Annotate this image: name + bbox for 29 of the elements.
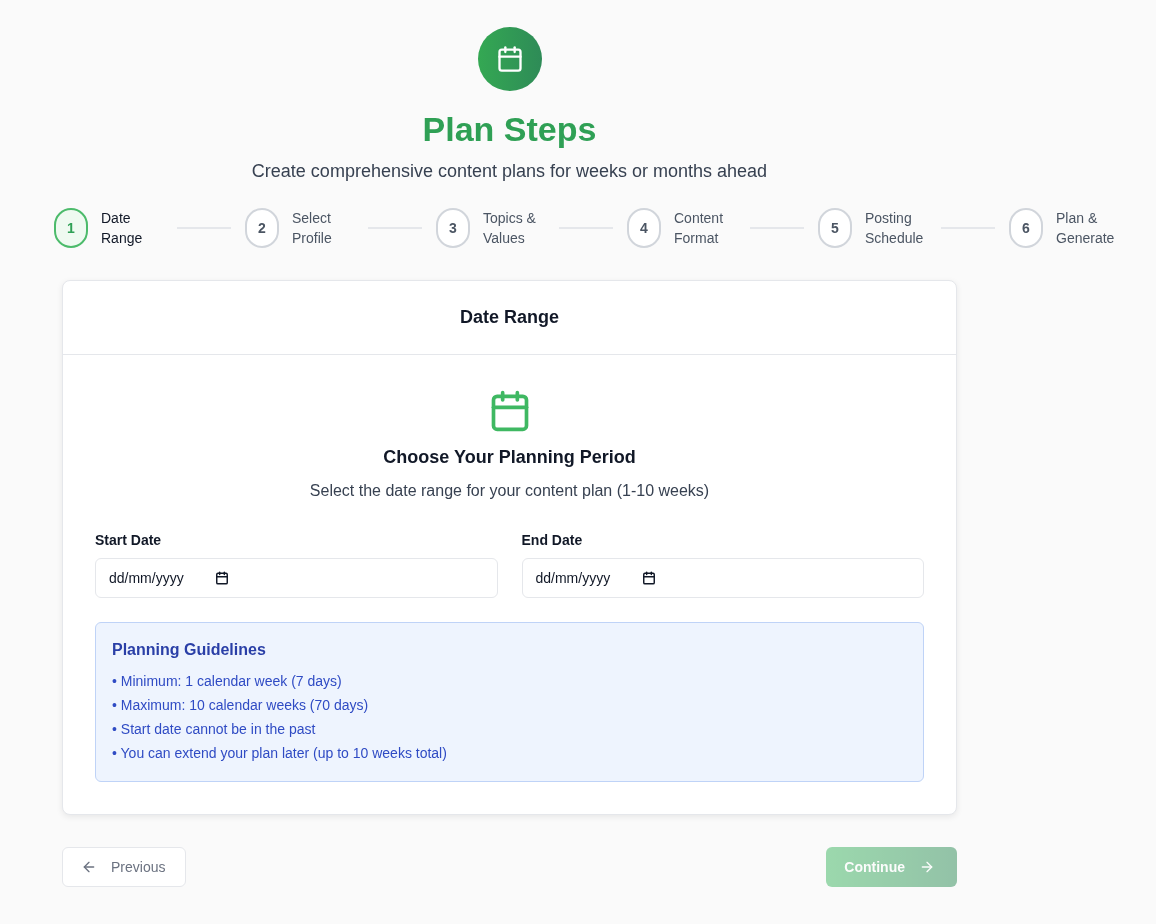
calendar-icon[interactable] bbox=[215, 571, 229, 585]
step-label: Content Format bbox=[674, 209, 725, 248]
section-description: Select the date range for your content plan (1-10 weeks) bbox=[309, 482, 710, 500]
arrow-left-icon bbox=[81, 859, 97, 875]
guidelines-title: Planning Guidelines bbox=[112, 641, 267, 659]
step-number[interactable]: 2 bbox=[245, 208, 279, 248]
card-title: Date Range bbox=[63, 281, 956, 355]
step-number[interactable]: 4 bbox=[627, 208, 661, 248]
guideline-item: • Start date cannot be in the past bbox=[112, 720, 317, 739]
date-field[interactable]: dd/mm/yyyy bbox=[521, 558, 924, 598]
step-label: Select Profile bbox=[292, 209, 333, 248]
page-subtitle: Create comprehensive content plans for weeks or months ahead bbox=[251, 161, 768, 182]
calendar-icon[interactable] bbox=[641, 571, 656, 585]
guideline-item: • You can extend your plan later (up to 10 weeks total) bbox=[112, 744, 448, 763]
step-label: Plan & Generate bbox=[1056, 209, 1116, 248]
step-label: Date Range bbox=[101, 209, 144, 248]
step-label: Topics & Values bbox=[483, 209, 537, 248]
guideline-item: • Minimum: 1 calendar week (7 days) bbox=[112, 672, 343, 691]
page-title: Plan Steps bbox=[422, 109, 597, 149]
field-label: Start Date bbox=[95, 532, 163, 548]
field-label: End Date bbox=[521, 532, 584, 548]
guideline-item: • Maximum: 10 calendar weeks (70 days) bbox=[112, 696, 370, 715]
arrow-right-icon bbox=[919, 859, 935, 875]
section-heading: Choose Your Planning Period bbox=[383, 447, 636, 468]
step-label: Posting Schedule bbox=[865, 209, 925, 248]
step-number[interactable]: 6 bbox=[1009, 208, 1043, 248]
step-number[interactable]: 3 bbox=[436, 208, 470, 248]
step-number[interactable]: 5 bbox=[818, 208, 852, 248]
date-field[interactable]: dd/mm/yyyy bbox=[95, 558, 498, 598]
